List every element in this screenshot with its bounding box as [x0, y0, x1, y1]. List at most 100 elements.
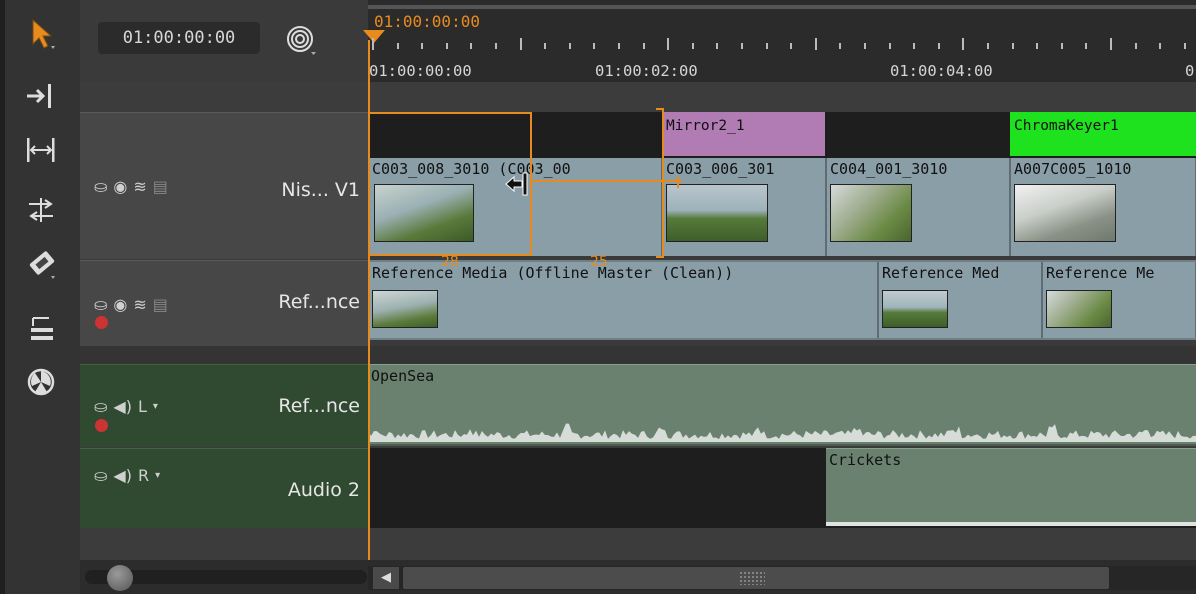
lock-icon[interactable]: ⛀: [94, 177, 107, 196]
ruler-tick: [716, 43, 719, 49]
reference-clip[interactable]: Reference Media (Offline Master (Clean)): [368, 262, 878, 338]
multi-select-tool-icon[interactable]: [13, 14, 69, 54]
ruler-tick: [544, 43, 547, 49]
track-name-ref[interactable]: Ref...nce: [278, 291, 360, 313]
time-ruler[interactable]: [368, 0, 1196, 82]
clip-label: C004_001_3010: [830, 160, 948, 178]
lock-icon[interactable]: ⛀: [94, 295, 107, 314]
select-tool-icon[interactable]: [13, 130, 69, 170]
move-trim-tool-icon[interactable]: [13, 76, 69, 116]
clip-thumbnail: [372, 290, 438, 328]
layers-icon[interactable]: ≋: [133, 177, 146, 196]
clip-thumbnail: [666, 184, 768, 242]
ruler-tick: [642, 43, 645, 49]
ruler-tick: [421, 43, 424, 49]
ruler-tick: [937, 43, 940, 49]
speaker-icon[interactable]: ◀): [113, 466, 132, 485]
disk-icon[interactable]: ▤: [153, 295, 168, 314]
eye-icon[interactable]: ◉: [113, 177, 127, 196]
track-name-a1[interactable]: Ref...nce: [278, 395, 360, 417]
playhead-marker-icon[interactable]: [363, 30, 385, 43]
ruler-tick: [814, 38, 817, 50]
video-clip[interactable]: C004_001_3010: [826, 158, 1010, 256]
reference-clip[interactable]: Reference Med: [878, 262, 1042, 338]
playhead-timecode: 01:00:00:00: [374, 12, 480, 31]
ruler-tick: [519, 38, 522, 50]
transition-tool-icon[interactable]: [13, 362, 69, 402]
razor-tool-icon[interactable]: [13, 244, 69, 284]
ruler-tick: [888, 43, 891, 49]
channel-label-a1[interactable]: L: [138, 397, 147, 416]
video-clip[interactable]: C003_006_301: [662, 158, 826, 256]
speaker-icon[interactable]: ◀): [113, 397, 132, 416]
ruler-tick: [667, 38, 670, 50]
scroll-left-arrow-icon[interactable]: ◀: [373, 567, 399, 589]
ruler-tick: [1183, 43, 1186, 49]
clip-label: Reference Med: [882, 264, 1000, 282]
eye-icon[interactable]: ◉: [113, 295, 127, 314]
ruler-label-0: 01:00:00:00: [369, 62, 472, 80]
ruler-tick: [1134, 43, 1137, 49]
clip-thumbnail: [1014, 184, 1116, 242]
ruler-tick: [741, 43, 743, 49]
track-header-v1[interactable]: ⛀ ◉ ≋ ▤ Nis... V1: [80, 112, 368, 259]
ruler-tick: [1085, 43, 1088, 49]
timeline-panel: 01:00:00:00 01:00:00:00 01:00:02:00 01:0…: [5, 0, 1196, 594]
ruler-tick: [962, 38, 965, 50]
tools-strip: [5, 0, 80, 594]
ruler-tick: [1011, 43, 1014, 49]
ruler-tick: [618, 43, 620, 49]
timecode-display[interactable]: 01:00:00:00: [98, 22, 260, 54]
track-area-bottom-gap: [80, 528, 1196, 560]
trim-guide-tick: [677, 176, 679, 188]
ruler-tick: [396, 43, 399, 49]
effect-clip-chromakeyer[interactable]: ChromaKeyer1: [1010, 112, 1196, 156]
ruler-tick: [790, 43, 793, 49]
clip-label: Reference Media (Offline Master (Clean)): [372, 264, 734, 282]
lock-icon[interactable]: ⛀: [94, 397, 107, 416]
zoom-slider-knob[interactable]: [107, 565, 133, 591]
clip-thumbnail: [1046, 290, 1112, 328]
locked-badge-icon: [95, 316, 108, 329]
reference-clip[interactable]: Reference Me: [1042, 262, 1196, 338]
ruler-tick: [593, 43, 596, 49]
scrollbar-thumb[interactable]: [403, 567, 1109, 589]
ruler-tick: [839, 43, 842, 49]
trim-cursor-icon: [504, 172, 532, 196]
lock-icon[interactable]: ⛀: [94, 466, 107, 485]
ruler-tick: [1159, 43, 1162, 49]
video-clip[interactable]: A007C005_1010: [1010, 158, 1196, 256]
chevron-down-icon[interactable]: ▾: [153, 401, 158, 412]
track-header-a2[interactable]: ⛀ ◀) R ▾ Audio 2: [80, 448, 368, 529]
audio-clip-crickets[interactable]: Crickets: [826, 448, 1196, 526]
audio-clip-opensea[interactable]: OpenSea: [368, 364, 1196, 444]
ruler-tick: [568, 43, 571, 49]
ruler-tick: [1110, 38, 1112, 50]
trim-selection-right[interactable]: [656, 108, 664, 258]
track-area-top-gap: [80, 82, 1196, 112]
ruler-tick: [765, 43, 768, 49]
track-header-ref[interactable]: ⛀ ◉ ≋ ▤ Ref...nce: [80, 260, 368, 347]
playhead-line[interactable]: [368, 40, 370, 594]
waveform: [826, 522, 1196, 526]
ruler-tick: [372, 38, 374, 50]
trim-left-frames: 28: [441, 254, 459, 270]
layers-icon[interactable]: ≋: [133, 295, 146, 314]
snap-icon[interactable]: [283, 22, 319, 58]
slip-tool-icon[interactable]: [13, 190, 69, 230]
clip-label: OpenSea: [371, 367, 435, 385]
disk-icon[interactable]: ▤: [153, 177, 168, 196]
ruler-tick: [864, 43, 866, 49]
channel-label-a2[interactable]: R: [138, 466, 149, 485]
ruler-label-2: 01:00:04:00: [890, 62, 993, 80]
ruler-label-1: 01:00:02:00: [595, 62, 698, 80]
chevron-down-icon[interactable]: ▾: [155, 470, 160, 481]
ruler-tick: [913, 43, 916, 49]
track-name-a2[interactable]: Audio 2: [288, 479, 360, 501]
track-name-v1[interactable]: Nis... V1: [281, 179, 360, 201]
track-select-tool-icon[interactable]: [13, 306, 69, 346]
effect-clip-mirror[interactable]: Mirror2_1: [662, 112, 825, 156]
clip-label: Reference Me: [1046, 264, 1155, 282]
ruler-label-3: 0: [1185, 62, 1195, 80]
ruler-tick: [691, 43, 694, 49]
